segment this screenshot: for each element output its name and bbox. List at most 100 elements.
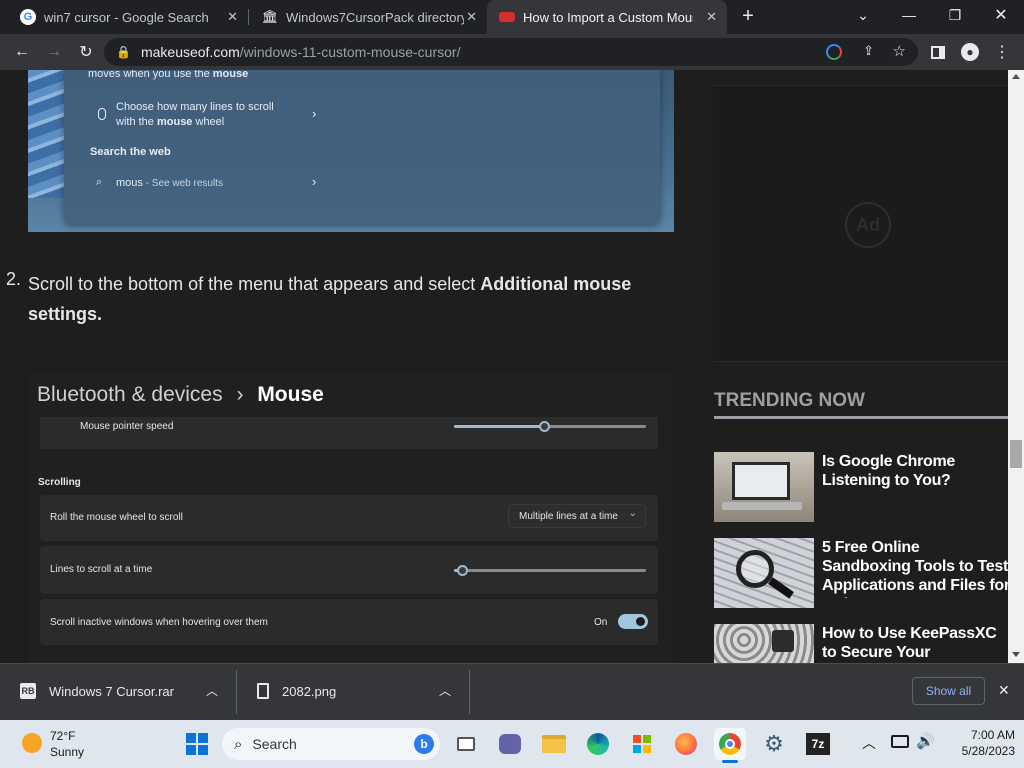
- start-menu-panel: moves when you use the mouse Choose how …: [64, 70, 660, 224]
- roll-wheel-label: Roll the mouse wheel to scroll: [50, 512, 183, 523]
- settings-gear-icon[interactable]: ⚙: [758, 728, 790, 760]
- taskbar-search-box[interactable]: ⌕ Search b: [222, 728, 440, 760]
- reload-icon[interactable]: ↻: [72, 38, 100, 66]
- tab-title: Windows7CursorPack directory listing: [286, 9, 464, 25]
- tab-search-chevron-icon[interactable]: ⌄: [840, 0, 886, 30]
- clock-date: 5/28/2023: [961, 744, 1015, 758]
- close-tab-icon[interactable]: ✕: [227, 9, 238, 25]
- google-lens-icon[interactable]: [826, 44, 842, 60]
- pointer-speed-thumb[interactable]: [539, 421, 551, 432]
- trending-title: TRENDING NOW: [714, 390, 865, 411]
- page-scrollbar[interactable]: [1008, 70, 1024, 663]
- search-icon: ⌕: [96, 176, 103, 188]
- scrollbar-thumb[interactable]: [1010, 440, 1022, 468]
- trending-item[interactable]: How to Use KeePassXC to Secure Your Pass…: [714, 624, 1008, 663]
- trending-item-title[interactable]: Is Google Chrome Listening to You?: [822, 452, 1010, 492]
- volume-icon[interactable]: 🔊: [916, 732, 935, 750]
- task-view-icon[interactable]: [450, 728, 482, 760]
- roll-wheel-row: Roll the mouse wheel to scroll Multiple …: [40, 495, 658, 541]
- trending-item-title[interactable]: How to Use KeePassXC to Secure Your Pass…: [822, 624, 1008, 663]
- menu-kebab-icon[interactable]: ⋮: [988, 38, 1016, 66]
- tab-title: win7 cursor - Google Search: [44, 9, 209, 25]
- chrome-icon[interactable]: [714, 728, 746, 763]
- 7zip-icon[interactable]: 7z: [802, 728, 834, 760]
- roll-wheel-dropdown[interactable]: Multiple lines at a time ⌄: [508, 504, 646, 528]
- pointer-speed-row: Mouse pointer speed: [40, 417, 658, 449]
- edge-browser-icon[interactable]: [582, 728, 614, 760]
- windows-start-icon[interactable]: [181, 728, 213, 760]
- library-favicon-icon: 🏛: [261, 9, 279, 24]
- chevron-right-icon: ›: [312, 106, 317, 121]
- trending-thumbnail-magnifier: [714, 538, 814, 608]
- profile-avatar-icon[interactable]: ●: [956, 38, 984, 66]
- download-item[interactable]: RB Windows 7 Cursor.rar ︿: [0, 664, 234, 720]
- article-image-mouse-settings: Bluetooth & devices › Mouse Mouse pointe…: [28, 373, 674, 663]
- scroll-up-arrow-icon[interactable]: [1012, 74, 1020, 79]
- trending-item-title[interactable]: 5 Free Online Sandboxing Tools to Test A…: [822, 538, 1010, 598]
- close-shelf-icon[interactable]: ✕: [998, 682, 1010, 699]
- tab-google-search[interactable]: G win7 cursor - Google Search ✕: [8, 0, 248, 34]
- search-result-scroll-lines[interactable]: Choose how many lines to scroll with the…: [116, 100, 274, 130]
- tab-custom-mouse[interactable]: How to Import a Custom Mouse Cursor ✕: [487, 0, 727, 34]
- system-clock[interactable]: 7:00 AM 5/28/2023: [945, 727, 1015, 759]
- back-arrow-icon[interactable]: ←: [8, 38, 36, 66]
- search-result-text: moves when you use the mouse: [88, 70, 249, 80]
- forward-arrow-icon[interactable]: →: [40, 38, 68, 66]
- download-shelf: RB Windows 7 Cursor.rar ︿ 2082.png ︿ Sho…: [0, 663, 1024, 720]
- weather-widget[interactable]: 72°F Sunny: [12, 726, 122, 762]
- scrolling-header: Scrolling: [38, 477, 81, 488]
- muo-favicon-icon: [499, 12, 515, 22]
- show-all-button[interactable]: Show all: [912, 677, 985, 705]
- tray-overflow-chevron-icon[interactable]: ︿: [862, 733, 876, 753]
- address-bar[interactable]: 🔒 makeuseof.com/windows-11-custom-mouse-…: [104, 38, 918, 66]
- bookmark-star-icon[interactable]: ☆: [893, 42, 906, 60]
- step-number: 2.: [6, 269, 22, 289]
- url-text: makeuseof.com/windows-11-custom-mouse-cu…: [140, 44, 461, 60]
- lines-to-scroll-thumb[interactable]: [456, 565, 468, 576]
- pointer-speed-slider[interactable]: [454, 421, 646, 432]
- browser-toolbar: ← → ↻ 🔒 makeuseof.com/windows-11-custom-…: [0, 34, 1024, 70]
- scroll-down-arrow-icon[interactable]: [1012, 652, 1020, 657]
- scroll-inactive-toggle[interactable]: [618, 614, 648, 629]
- search-icon: ⌕: [234, 735, 243, 753]
- trending-item[interactable]: Is Google Chrome Listening to You?: [714, 452, 1008, 522]
- file-explorer-icon[interactable]: [538, 728, 570, 760]
- chevron-down-icon: ⌄: [628, 508, 637, 519]
- new-tab-button[interactable]: +: [737, 5, 759, 27]
- lines-to-scroll-slider[interactable]: [454, 565, 646, 576]
- bing-icon[interactable]: b: [414, 734, 434, 754]
- scroll-inactive-row: Scroll inactive windows when hovering ov…: [40, 599, 658, 645]
- weather-temp: 72°F: [50, 729, 76, 743]
- download-item[interactable]: 2082.png ︿: [237, 664, 469, 720]
- close-window-button[interactable]: ✕: [978, 0, 1024, 30]
- firefox-icon[interactable]: [670, 728, 702, 760]
- close-tab-icon[interactable]: ✕: [466, 9, 477, 25]
- web-search-result[interactable]: mous - See web results: [116, 177, 223, 189]
- google-favicon-icon: G: [20, 9, 36, 25]
- lines-to-scroll-row: Lines to scroll at a time: [40, 546, 658, 594]
- teams-chat-icon[interactable]: [494, 728, 526, 760]
- mouse-device-icon: [98, 108, 106, 120]
- rar-file-icon: RB: [20, 683, 36, 699]
- restore-button[interactable]: ❐: [932, 0, 978, 30]
- minimize-button[interactable]: —: [886, 0, 932, 30]
- side-panel-icon[interactable]: [924, 38, 952, 66]
- microsoft-store-icon[interactable]: [626, 728, 658, 760]
- toggle-knob: [636, 617, 645, 626]
- active-app-indicator: [722, 760, 738, 763]
- trending-item[interactable]: 5 Free Online Sandboxing Tools to Test A…: [714, 538, 1010, 608]
- share-icon[interactable]: ⇪: [863, 43, 874, 59]
- tab-directory-listing[interactable]: 🏛 Windows7CursorPack directory listing ✕: [250, 0, 487, 34]
- scroll-inactive-state: On: [594, 617, 608, 628]
- image-file-icon: [257, 683, 269, 699]
- trending-underline: [714, 416, 1008, 419]
- step-text: Scroll to the bottom of the menu that ap…: [28, 274, 632, 324]
- clock-time: 7:00 AM: [970, 728, 1015, 742]
- chevron-up-icon[interactable]: ︿: [439, 682, 451, 699]
- chevron-up-icon[interactable]: ︿: [206, 682, 218, 699]
- close-tab-icon[interactable]: ✕: [706, 9, 717, 25]
- tab-strip: G win7 cursor - Google Search ✕ 🏛 Window…: [0, 0, 1024, 34]
- network-icon[interactable]: [891, 735, 909, 748]
- ad-badge: Ad: [845, 202, 891, 248]
- pointer-speed-label: Mouse pointer speed: [80, 421, 174, 432]
